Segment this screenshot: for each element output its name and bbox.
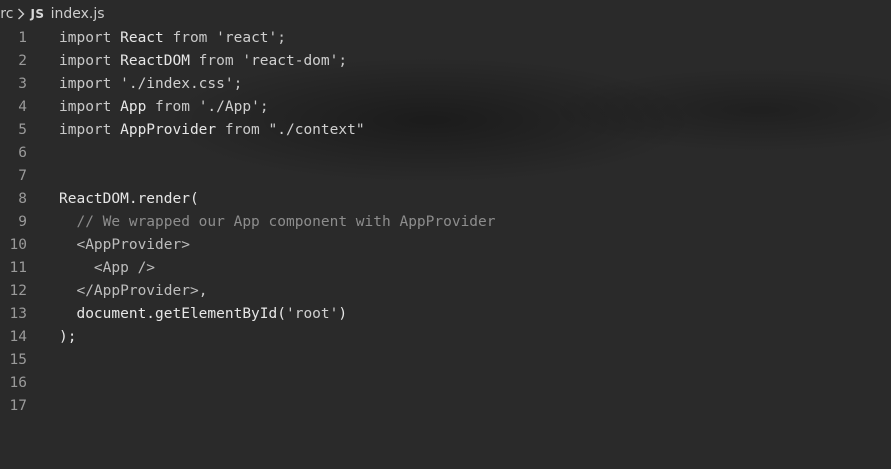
breadcrumb-file-index-js[interactable]: index.js	[51, 6, 105, 22]
code-token: App	[120, 99, 147, 115]
code-line[interactable]: 2 import ReactDOM from 'react-dom';	[0, 50, 891, 73]
code-line[interactable]: 11 <App />	[0, 257, 891, 280]
code-token: './index.css'	[120, 76, 234, 92]
code-token: from	[189, 53, 243, 69]
code-line[interactable]: 10 <AppProvider>	[0, 234, 891, 257]
line-number: 3	[18, 76, 27, 92]
line-content: <AppProvider>	[59, 234, 190, 257]
code-line[interactable]: 1 import React from 'react';	[0, 27, 891, 50]
code-token: document.getElementById(	[59, 306, 286, 322]
line-content: </AppProvider>,	[59, 280, 207, 303]
line-content: ReactDOM.render(	[59, 188, 199, 211]
code-line[interactable]: 13 document.getElementById('root')	[0, 303, 891, 326]
code-token: ;	[338, 53, 348, 69]
line-content: import ReactDOM from 'react-dom';	[59, 50, 347, 73]
code-line[interactable]: 6	[0, 142, 891, 165]
line-number: 7	[18, 168, 27, 184]
line-content: import React from 'react';	[59, 27, 286, 50]
line-number: 14	[9, 329, 27, 345]
chevron-right-icon	[17, 8, 25, 20]
code-token: <App />	[59, 260, 156, 276]
line-content: <App />	[59, 257, 155, 280]
code-token: import	[59, 99, 121, 115]
line-content: );	[59, 326, 76, 349]
code-token: <AppProvider>	[59, 237, 190, 253]
code-line[interactable]: 4 import App from './App';	[0, 96, 891, 119]
code-token: );	[59, 329, 77, 345]
code-token: './App'	[198, 99, 260, 115]
code-token: .render(	[128, 191, 199, 207]
line-number: 11	[9, 260, 27, 276]
code-line[interactable]: 5 import AppProvider from "./context"	[0, 119, 891, 142]
line-number: 1	[18, 30, 27, 46]
line-number: 6	[18, 145, 27, 161]
code-line[interactable]: 16	[0, 372, 891, 395]
code-line[interactable]: 3 import './index.css';	[0, 73, 891, 96]
code-token: import	[59, 76, 121, 92]
code-area[interactable]: 1 import React from 'react'; 2 import React…	[0, 27, 891, 418]
code-line[interactable]: 12 </AppProvider>,	[0, 280, 891, 303]
code-line[interactable]: 14);	[0, 326, 891, 349]
code-line[interactable]: 15	[0, 349, 891, 372]
code-token: "./context"	[268, 122, 365, 138]
line-number: 8	[18, 191, 27, 207]
line-number: 5	[18, 122, 27, 138]
code-editor[interactable]: src JS index.js 1 import React from 'reac…	[0, 0, 891, 469]
code-token: </AppProvider>	[59, 283, 199, 299]
code-token: ;	[259, 99, 269, 115]
code-token: from	[146, 99, 199, 115]
code-token: ,	[198, 283, 208, 299]
line-number: 15	[9, 352, 27, 368]
line-number: 4	[18, 99, 27, 115]
code-token: from	[163, 30, 217, 46]
javascript-file-icon: JS	[30, 7, 45, 21]
line-content: import './index.css';	[59, 73, 242, 96]
line-content: document.getElementById('root')	[59, 303, 347, 326]
line-number: 10	[9, 237, 27, 253]
line-number: 13	[9, 306, 27, 322]
code-token: ;	[277, 30, 286, 46]
code-token: import	[59, 122, 121, 138]
code-line[interactable]: 9 // We wrapped our App component with A…	[0, 211, 891, 234]
line-number: 2	[18, 53, 27, 69]
code-token: from	[216, 122, 269, 138]
line-number: 12	[9, 283, 27, 299]
code-line[interactable]: 17	[0, 395, 891, 418]
code-token: import	[59, 30, 121, 46]
code-token: React	[120, 30, 164, 46]
code-token: )	[338, 306, 348, 322]
code-token: ReactDOM	[120, 53, 190, 69]
line-number: 16	[9, 375, 27, 391]
code-token: // We wrapped our App component with App…	[59, 214, 496, 230]
code-line[interactable]: 7	[0, 165, 891, 188]
breadcrumb-folder-src[interactable]: src	[0, 6, 13, 22]
code-token: AppProvider	[120, 122, 217, 138]
line-number: 17	[9, 398, 27, 414]
line-content: // We wrapped our App component with App…	[59, 211, 496, 234]
line-content: import AppProvider from "./context"	[59, 119, 365, 142]
breadcrumb: src JS index.js	[0, 4, 105, 24]
code-token: 'root'	[285, 306, 339, 322]
line-content: import App from './App';	[59, 96, 269, 119]
code-line[interactable]: 8 ReactDOM.render(	[0, 188, 891, 211]
code-token: 'react-dom'	[242, 53, 339, 69]
line-number: 9	[18, 214, 27, 230]
code-token: ;	[233, 76, 243, 92]
code-token: ReactDOM	[59, 191, 129, 207]
code-token: 'react'	[216, 30, 278, 46]
code-token: import	[59, 53, 121, 69]
